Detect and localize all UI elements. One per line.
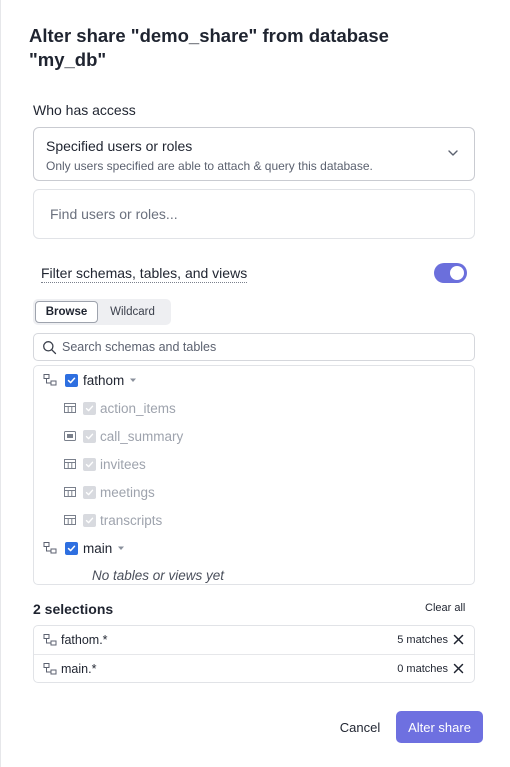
table-name: transcripts [100,512,163,528]
checkbox [83,457,96,471]
access-selected-option: Specified users or roles [46,138,193,154]
tree-row-schema-fathom[interactable]: fathom [43,366,137,394]
selections-list: fathom.* 5 matches main.* 0 matches [33,625,475,683]
mode-wildcard-button[interactable]: Wildcard [98,301,167,323]
chevron-down-icon [448,150,458,156]
schema-search [33,333,475,361]
table-name: action_items [100,400,176,416]
schema-search-input[interactable] [62,336,462,358]
tree-row-table[interactable]: action_items [63,394,176,422]
table-icon [64,459,76,469]
checkbox [83,401,96,415]
alter-share-dialog: Alter share "demo_share" from database "… [0,0,510,767]
view-icon [64,431,76,441]
tree-row-schema-main[interactable]: main [43,534,125,562]
table-icon [64,487,76,497]
clear-all-button[interactable]: Clear all [425,602,465,614]
table-name: invitees [100,456,146,472]
who-has-access-label: Who has access [33,102,136,118]
schema-icon [43,542,57,554]
filter-mode-segmented: Browse Wildcard [33,299,171,325]
tree-row-table[interactable]: transcripts [63,506,162,534]
empty-schema-message: No tables or views yet [92,568,225,583]
cancel-button[interactable]: Cancel [331,712,389,742]
table-name: meetings [100,484,155,500]
dialog-title: Alter share "demo_share" from database "… [29,25,389,70]
selection-item: main.* 0 matches [34,654,474,682]
checkbox [83,429,96,443]
selection-matches: 0 matches [397,662,448,675]
mode-browse-button[interactable]: Browse [35,301,98,323]
caret-down-icon[interactable] [117,544,125,552]
filter-toggle[interactable] [434,263,467,283]
checkbox [83,513,96,527]
tree-row-table[interactable]: call_summary [63,422,183,450]
selection-matches: 5 matches [397,634,448,646]
caret-down-icon[interactable] [129,376,137,384]
checkbox [83,485,96,499]
schema-name: fathom [83,372,125,388]
filter-label: Filter schemas, tables, and views [41,265,248,283]
checkbox[interactable] [65,373,78,387]
schema-icon [43,374,57,386]
schema-tree: fathom action_items call_summary invitee… [33,365,475,585]
schema-icon [43,663,57,675]
access-option-description: Only users specified are able to attach … [46,159,373,173]
close-icon[interactable] [453,663,464,674]
schema-name: main [83,540,113,556]
close-icon[interactable] [453,634,464,645]
table-name: call_summary [100,428,184,444]
access-select[interactable]: Specified users or roles Only users spec… [33,127,475,181]
table-icon [64,403,76,413]
checkbox[interactable] [65,541,78,555]
search-icon [43,341,57,355]
selection-name: main.* [61,661,97,676]
alter-share-button[interactable]: Alter share [396,711,483,743]
tree-row-table[interactable]: meetings [63,478,155,506]
find-users-input[interactable] [33,189,475,239]
selections-count: 2 selections [33,601,114,617]
toggle-knob [450,266,464,280]
table-icon [64,515,76,525]
selection-name: fathom.* [61,633,108,647]
schema-icon [43,634,57,646]
tree-row-table[interactable]: invitees [63,450,146,478]
selection-item: fathom.* 5 matches [34,626,474,654]
